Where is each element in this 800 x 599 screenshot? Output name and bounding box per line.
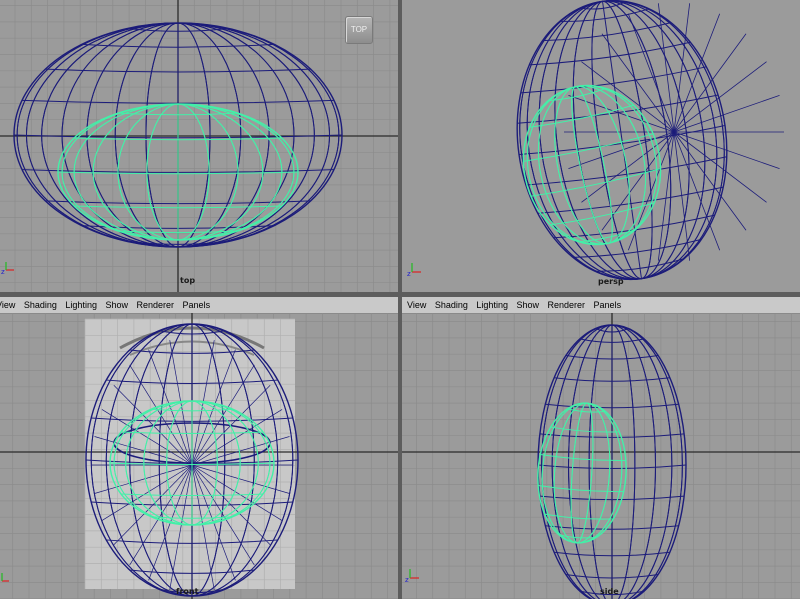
viewport-top[interactable]: z TOP top [0,0,398,292]
menu-view[interactable]: View [0,297,18,313]
panel-menu-bar: View Shading Lighting Show Renderer Pane… [0,297,398,314]
axis-gizmo-icon: z [407,263,421,278]
svg-text:z: z [405,576,409,584]
mesh-wireframe[interactable] [537,324,687,599]
panel-menu-bar: View Shading Lighting Show Renderer Pane… [402,297,800,314]
viewport-top-canvas[interactable]: z [0,0,398,292]
menu-lighting[interactable]: Lighting [62,297,100,313]
menu-shading[interactable]: Shading [432,297,471,313]
menu-shading[interactable]: Shading [21,297,60,313]
menu-panels[interactable]: Panels [180,297,214,313]
camera-label: persp [598,277,624,286]
axis-gizmo-icon: z [405,569,419,584]
menu-renderer[interactable]: Renderer [545,297,589,313]
menu-lighting[interactable]: Lighting [473,297,511,313]
menu-renderer[interactable]: Renderer [134,297,178,313]
viewport-persp[interactable]: z persp [402,0,800,292]
axis-gizmo-icon [1,573,9,582]
menu-view[interactable]: View [402,297,429,313]
camera-label: top [180,276,196,285]
menu-show[interactable]: Show [513,297,542,313]
svg-text:z: z [407,270,411,278]
menu-show[interactable]: Show [102,297,131,313]
camera-label: side [600,587,619,596]
svg-text:z: z [1,268,5,276]
camera-label: front [176,587,199,596]
viewport-divider[interactable] [398,0,402,599]
view-cube-icon[interactable]: TOP [345,16,373,44]
menu-panels[interactable]: Panels [591,297,625,313]
viewport-front[interactable]: View Shading Lighting Show Renderer Pane… [0,297,398,599]
axis-gizmo-icon: z [1,262,14,276]
viewport-divider[interactable] [0,292,800,297]
viewport-side[interactable]: View Shading Lighting Show Renderer Pane… [402,297,800,599]
viewport-front-canvas[interactable] [0,313,398,599]
mesh-wireframe[interactable] [500,0,784,292]
viewport-persp-canvas[interactable]: z [402,0,800,292]
viewport-side-canvas[interactable]: z [402,313,800,599]
